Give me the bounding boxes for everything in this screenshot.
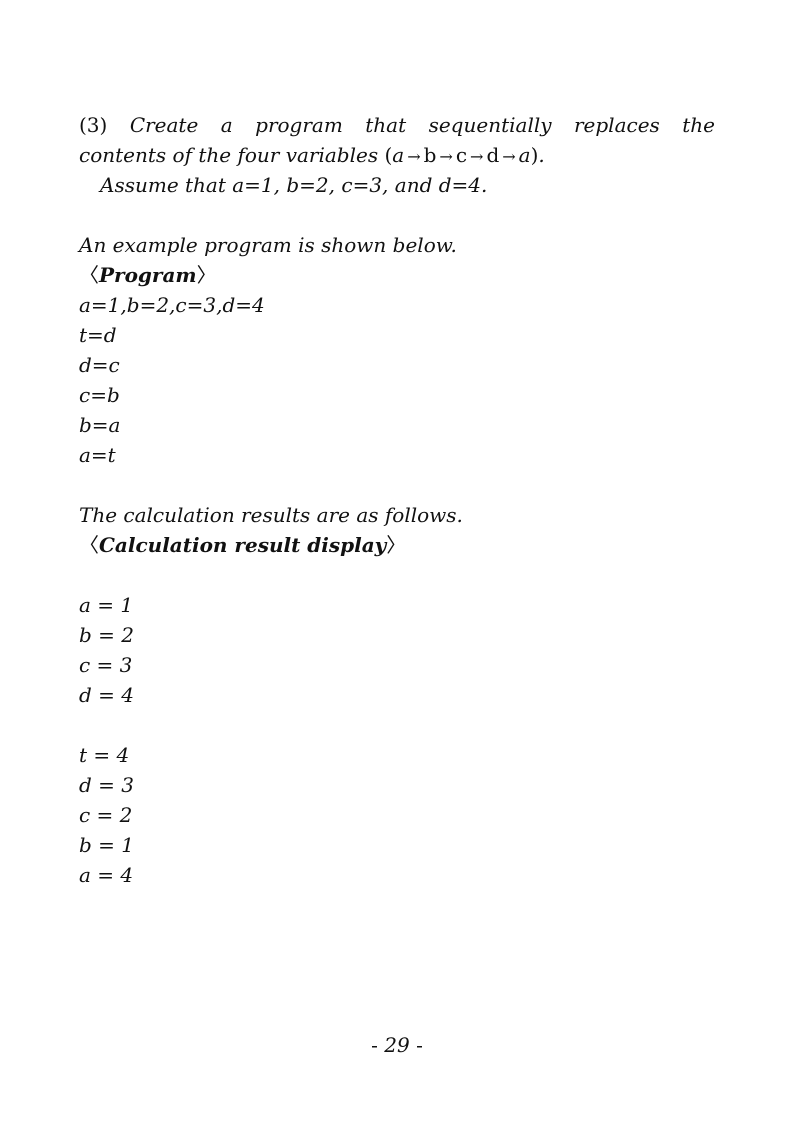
program-line: a=t <box>79 443 116 467</box>
problem-line-2: contents of the four variables (a → b → c → d →… <box>79 143 545 167</box>
problem-line-1: (3) Create a program that sequentially r… <box>79 110 715 140</box>
seq-2: c <box>455 143 468 167</box>
program-line: d=c <box>79 353 120 377</box>
program-line: c=b <box>79 383 120 407</box>
result-line: b = 1 <box>79 833 134 857</box>
assumption: Assume that a=1, b=2, c=3, and d=4. <box>100 173 488 197</box>
page-number: - 29 - <box>371 1033 423 1057</box>
arrow-icon: → <box>470 147 484 166</box>
seq-0: a <box>392 143 405 167</box>
problem-statement-cont: contents of the four variables <box>79 143 379 167</box>
seq-1: b <box>423 143 437 167</box>
program-code: a=1,b=2,c=3,d=4 t=d d=c c=b b=a a=t <box>79 290 715 470</box>
program-heading-label: Program <box>99 263 197 287</box>
result-line: d = 4 <box>79 683 134 707</box>
program-line: a=1,b=2,c=3,d=4 <box>79 293 265 317</box>
result-line: a = 4 <box>79 863 134 887</box>
result-line: c = 3 <box>79 653 133 677</box>
results-intro: The calculation results are as follows. <box>79 503 463 527</box>
program-heading: 〈Program〉 <box>79 263 217 287</box>
program-line: t=d <box>79 323 117 347</box>
result-line: b = 2 <box>79 623 134 647</box>
result-line: d = 3 <box>79 773 134 797</box>
results-heading: 〈Calculation result display〉 <box>79 533 407 557</box>
result-line: c = 2 <box>79 803 133 827</box>
arrow-icon: → <box>407 147 421 166</box>
initial-values: a = 1 b = 2 c = 3 d = 4 <box>79 590 715 710</box>
results-heading-label: Calculation result display <box>99 533 387 557</box>
seq-3: d <box>486 143 500 167</box>
document-page: (3) Create a program that sequentially r… <box>79 110 715 890</box>
program-intro: An example program is shown below. <box>79 233 457 257</box>
result-line: a = 1 <box>79 593 134 617</box>
arrow-icon: → <box>439 147 453 166</box>
problem-number: (3) <box>79 113 108 137</box>
arrow-icon: → <box>502 147 516 166</box>
result-line: t = 4 <box>79 743 130 767</box>
problem-statement: Create a program that sequentially repla… <box>129 113 716 137</box>
program-line: b=a <box>79 413 121 437</box>
swapped-values: t = 4 d = 3 c = 2 b = 1 a = 4 <box>79 740 715 890</box>
seq-4: a <box>518 143 531 167</box>
